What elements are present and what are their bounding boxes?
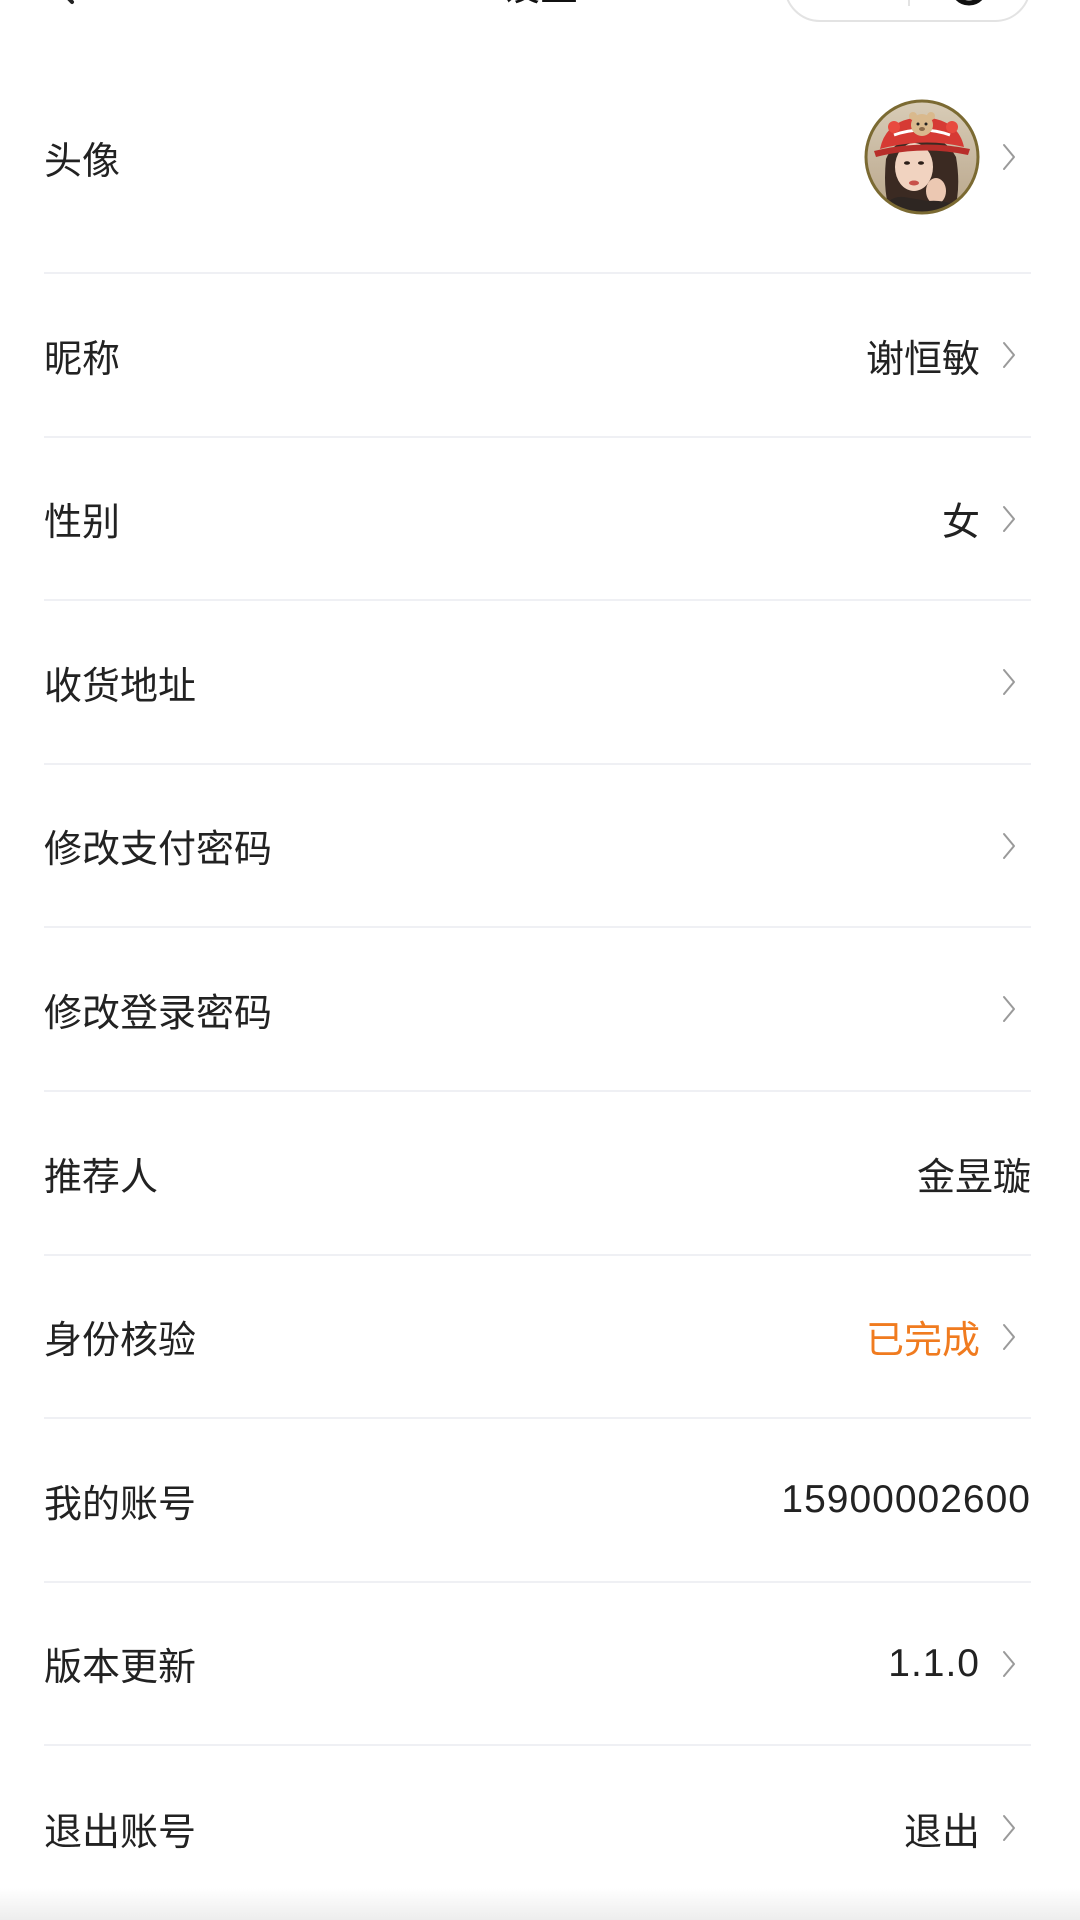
row-label: 退出账号 <box>44 1811 197 1854</box>
row-label: 我的账号 <box>44 1483 197 1526</box>
row-label: 修改登录密码 <box>44 992 273 1035</box>
verification-status: 已完成 <box>865 1320 980 1362</box>
close-circle-icon[interactable] <box>948 0 990 8</box>
row-label: 昵称 <box>44 338 121 381</box>
row-label: 修改支付密码 <box>44 829 273 871</box>
row-change-pay-password[interactable]: 修改支付密码 <box>44 765 1031 928</box>
row-label: 性别 <box>44 502 121 544</box>
chevron-right-icon <box>1002 1322 1016 1352</box>
row-change-login-password[interactable]: 修改登录密码 <box>44 928 1031 1092</box>
row-identity-verification[interactable]: 身份核验 已完成 <box>44 1256 1031 1419</box>
chevron-right-icon <box>1002 667 1016 697</box>
row-shipping-address[interactable]: 收货地址 <box>44 601 1031 765</box>
row-label: 身份核验 <box>44 1320 197 1362</box>
nickname-value: 谢恒敏 <box>865 338 980 381</box>
row-label: 推荐人 <box>44 1156 159 1199</box>
chevron-right-icon <box>1002 340 1016 370</box>
chevron-right-icon <box>1002 142 1016 172</box>
row-label: 版本更新 <box>44 1647 197 1689</box>
capsule-menu <box>784 0 1031 22</box>
referrer-value: 金昱璇 <box>916 1156 1031 1199</box>
row-avatar[interactable]: 头像 <box>44 42 1031 274</box>
logout-value: 退出 <box>903 1811 980 1854</box>
gender-value: 女 <box>941 502 980 544</box>
row-label: 头像 <box>44 140 121 183</box>
avatar[interactable] <box>864 99 980 215</box>
capsule-divider <box>908 0 910 6</box>
row-label: 收货地址 <box>44 665 197 708</box>
row-gender[interactable]: 性别 女 <box>44 438 1031 601</box>
row-version-update[interactable]: 版本更新 1.1.0 <box>44 1583 1031 1746</box>
account-number: 15900002600 <box>781 1478 1031 1521</box>
chevron-right-icon <box>1002 1813 1016 1843</box>
chevron-right-icon <box>1002 1649 1016 1679</box>
chevron-right-icon <box>1002 831 1016 861</box>
row-logout[interactable]: 退出账号 退出 <box>44 1746 1031 1910</box>
chevron-right-icon <box>1002 994 1016 1024</box>
bottom-shadow <box>0 1888 1080 1920</box>
row-nickname[interactable]: 昵称 谢恒敏 <box>44 274 1031 438</box>
row-my-account: 我的账号 15900002600 <box>44 1419 1031 1583</box>
row-referrer: 推荐人 金昱璇 <box>44 1092 1031 1256</box>
chevron-right-icon <box>1002 504 1016 534</box>
version-value: 1.1.0 <box>888 1641 980 1685</box>
